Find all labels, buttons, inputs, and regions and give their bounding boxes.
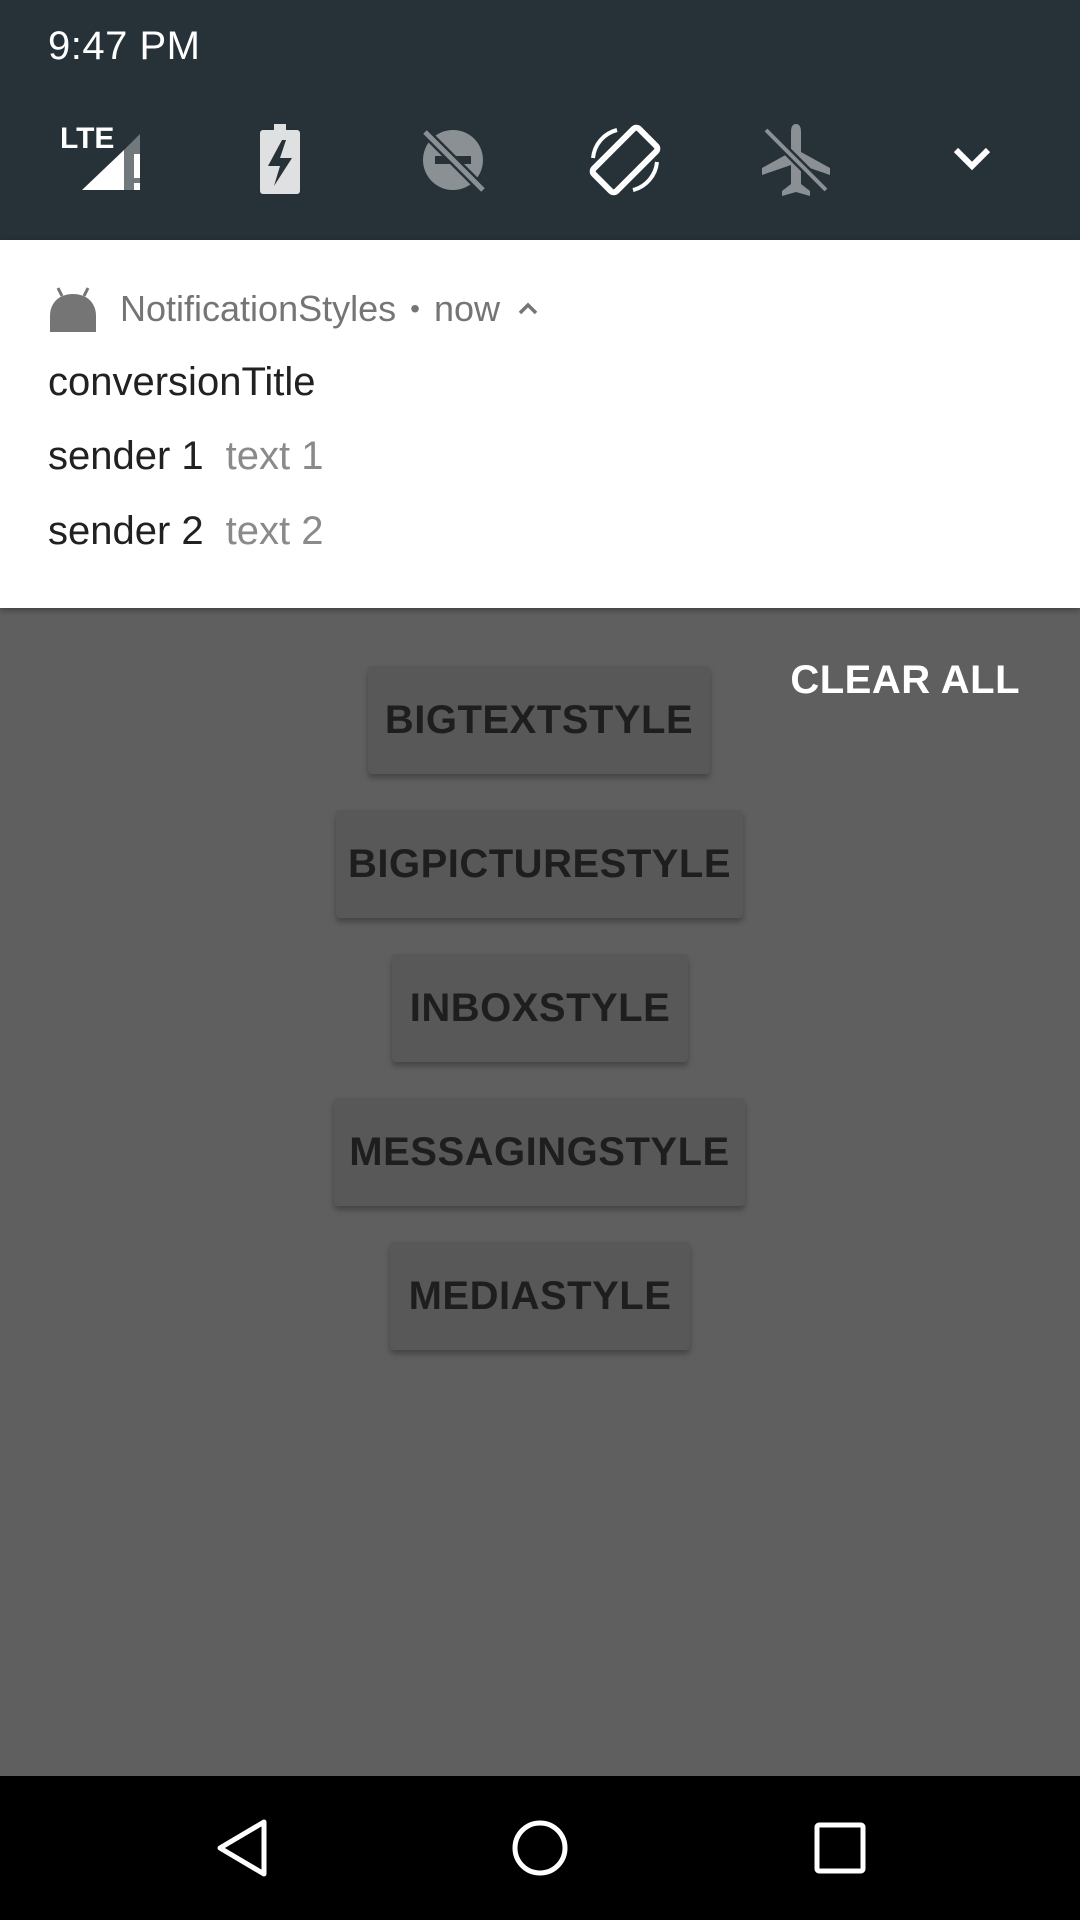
chevron-up-icon[interactable] [514,295,542,323]
back-icon[interactable] [206,1812,278,1884]
home-icon[interactable] [504,1812,576,1884]
auto-rotate-icon[interactable] [583,118,667,202]
lte-signal-icon[interactable]: LTE [58,118,142,202]
notification-app-name: NotificationStyles [120,288,397,329]
message-text: text 2 [225,509,324,553]
notification-time: now [433,288,500,329]
messagingstyle-button[interactable]: MESSAGINGSTYLE [334,1098,745,1206]
quick-settings-header: 9:47 PM LTE [0,0,1080,240]
messaging-notification[interactable]: NotificationStyles • now conversionTitle… [0,240,1080,608]
inboxstyle-button[interactable]: INBOXSTYLE [392,954,688,1062]
bigtextstyle-button[interactable]: BIGTEXTSTYLE [368,666,710,774]
battery-charging-icon[interactable] [238,118,322,202]
recents-icon[interactable] [804,1812,876,1884]
bigpicturestyle-button[interactable]: BIGPICTURESTYLE [336,810,743,918]
notification-header: NotificationStyles • now [48,284,542,334]
mediastyle-button[interactable]: MEDIASTYLE [390,1242,690,1350]
message-row: sender 1 text 1 [48,434,324,479]
header-separator: • [410,293,420,324]
message-sender: sender 2 [48,509,204,553]
android-app-icon [48,286,98,332]
lte-label: LTE [60,122,114,155]
do-not-disturb-off-icon[interactable] [411,118,495,202]
chevron-down-icon[interactable] [930,118,1014,202]
quick-settings-tiles: LTE [0,118,1080,202]
airplane-mode-icon[interactable] [754,118,838,202]
status-time: 9:47 PM [48,24,201,68]
message-row: sender 2 text 2 [48,509,324,554]
conversation-title: conversionTitle [48,360,316,404]
message-sender: sender 1 [48,434,204,478]
clear-all-button[interactable]: CLEAR ALL [790,658,1020,703]
message-text: text 1 [225,434,324,478]
navigation-bar [0,1776,1080,1920]
